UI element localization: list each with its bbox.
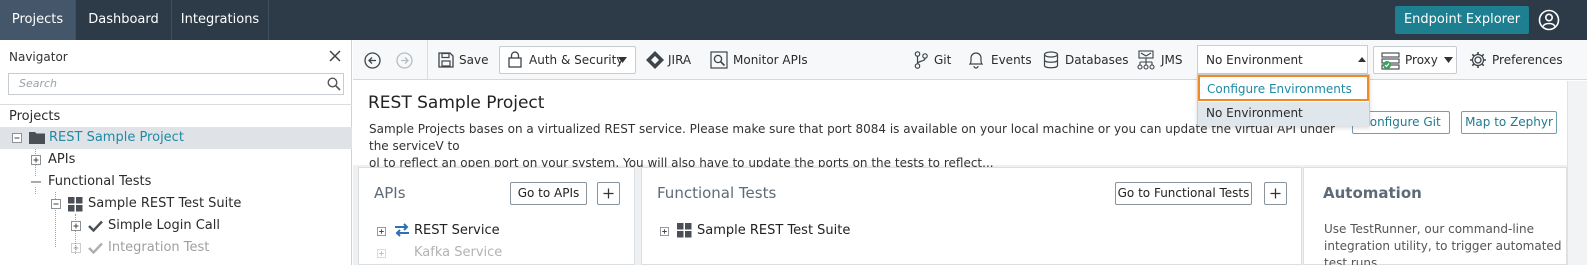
search-icon[interactable] xyxy=(327,77,341,91)
tab-dashboard[interactable]: Dashboard xyxy=(76,0,172,40)
expand-icon[interactable] xyxy=(31,155,41,165)
bell-icon xyxy=(968,52,984,69)
option-label: No Environment xyxy=(1206,106,1303,120)
project-title: REST Sample Project xyxy=(368,93,545,113)
top-navigation-bar: Projects Dashboard Integrations Endpoint… xyxy=(0,0,1587,40)
forward-arrow-icon[interactable] xyxy=(396,52,413,69)
databases-button[interactable]: Databases xyxy=(1065,40,1129,80)
tree-label: Functional Tests xyxy=(48,174,152,189)
expand-icon[interactable] xyxy=(377,249,386,258)
expand-icon[interactable] xyxy=(660,227,669,236)
user-circle-icon[interactable] xyxy=(1538,9,1560,31)
search-placeholder: Search xyxy=(19,77,58,90)
functional-tests-panel: Functional Tests Go to Functional Tests … xyxy=(641,167,1302,265)
automation-title: Automation xyxy=(1323,184,1422,202)
expand-icon[interactable] xyxy=(71,221,81,231)
automation-panel: Automation Use TestRunner, our command-l… xyxy=(1303,167,1567,265)
back-arrow-icon[interactable] xyxy=(364,52,381,69)
gear-icon xyxy=(1470,52,1486,68)
checkmark-icon xyxy=(88,242,103,254)
endpoint-explorer-button[interactable]: Endpoint Explorer xyxy=(1395,6,1529,34)
navigator-panel: Navigator Search Projects REST Sample Pr… xyxy=(0,40,352,265)
test-suite-item[interactable]: Sample REST Test Suite xyxy=(697,223,850,238)
tree-label: Simple Login Call xyxy=(108,218,220,233)
map-to-zephyr-button[interactable]: Map to Zephyr xyxy=(1461,111,1557,134)
expand-icon[interactable] xyxy=(71,243,81,253)
api-item-rest-service[interactable]: REST Service xyxy=(414,223,500,238)
tree-label: Sample REST Test Suite xyxy=(88,196,242,211)
jms-icon xyxy=(1137,50,1155,70)
monitor-apis-button[interactable]: Monitor APIs xyxy=(733,40,808,80)
tree-item-rest-sample-project[interactable]: REST Sample Project xyxy=(0,127,352,149)
add-api-button[interactable] xyxy=(597,182,620,205)
caret-down-icon xyxy=(1444,57,1453,63)
tree-label: APIs xyxy=(48,152,76,167)
checkmark-icon xyxy=(88,220,103,232)
collapse-icon[interactable] xyxy=(12,133,22,143)
divider xyxy=(0,104,352,105)
api-item-kafka-service[interactable]: Kafka Service xyxy=(414,245,502,260)
no-environment-option[interactable]: No Environment xyxy=(1198,102,1369,126)
test-suite-icon xyxy=(677,223,692,238)
close-icon[interactable] xyxy=(329,50,341,62)
environment-select-value: No Environment xyxy=(1206,53,1303,67)
folder-icon xyxy=(29,132,45,144)
environment-menu: Configure Environments No Environment xyxy=(1197,74,1370,126)
tree-item-simple-login-call[interactable]: Simple Login Call xyxy=(0,215,352,237)
jms-button[interactable]: JMS xyxy=(1161,40,1183,80)
automation-description: Use TestRunner, our command-line integra… xyxy=(1324,222,1562,265)
tab-integrations[interactable]: Integrations xyxy=(172,0,269,40)
navigator-title: Navigator xyxy=(9,50,68,64)
tab-projects[interactable]: Projects xyxy=(0,0,76,40)
save-button[interactable]: Save xyxy=(459,40,488,80)
lock-icon xyxy=(508,51,522,68)
tree-item-functional-tests[interactable]: Functional Tests xyxy=(0,171,352,193)
auth-security-label: Auth & Security xyxy=(529,53,624,67)
go-to-functional-tests-button[interactable]: Go to Functional Tests xyxy=(1115,182,1252,205)
go-to-apis-button[interactable]: Go to APIs xyxy=(510,182,587,205)
option-label: Configure Environments xyxy=(1207,82,1352,96)
add-functional-test-button[interactable] xyxy=(1264,182,1287,205)
environment-select[interactable]: No Environment xyxy=(1197,45,1368,74)
projects-heading: Projects xyxy=(9,109,61,124)
events-button[interactable]: Events xyxy=(991,40,1032,80)
tree-item-apis[interactable]: APIs xyxy=(0,149,352,171)
expand-icon[interactable] xyxy=(377,227,386,236)
proxy-label: Proxy xyxy=(1405,53,1438,67)
save-icon[interactable] xyxy=(438,52,454,68)
jira-icon xyxy=(646,51,664,69)
configure-environments-option[interactable]: Configure Environments xyxy=(1198,75,1369,101)
tree-item-integration-test[interactable]: Integration Test xyxy=(0,237,352,259)
caret-up-icon xyxy=(1358,57,1366,62)
tree-label: REST Sample Project xyxy=(49,130,184,145)
apis-title: APIs xyxy=(374,184,406,202)
database-icon xyxy=(1043,51,1059,69)
tree-item-sample-rest-test-suite[interactable]: Sample REST Test Suite xyxy=(0,193,352,215)
jira-button[interactable]: JIRA xyxy=(668,40,691,80)
tree-label: Integration Test xyxy=(108,240,210,255)
description-line: Sample Projects bases on a virtualized R… xyxy=(369,122,1335,153)
collapse-icon[interactable] xyxy=(51,199,61,209)
navigator-search-input[interactable]: Search xyxy=(8,73,344,95)
toolbar-divider xyxy=(427,40,428,80)
git-button[interactable]: Git xyxy=(934,40,951,80)
preferences-button[interactable]: Preferences xyxy=(1492,40,1563,80)
collapse-icon[interactable] xyxy=(31,177,41,187)
content-scrollbar[interactable] xyxy=(1567,81,1587,265)
rest-service-icon xyxy=(395,223,409,237)
apis-panel: APIs Go to APIs REST Service Kafka Servi… xyxy=(358,167,635,265)
git-icon xyxy=(914,51,928,69)
functional-tests-title: Functional Tests xyxy=(657,184,777,202)
toolbar: Save Auth & Security JIRA Monitor APIs G… xyxy=(353,40,1587,80)
caret-down-icon xyxy=(618,57,627,63)
test-suite-icon xyxy=(68,197,83,212)
project-description: Sample Projects bases on a virtualized R… xyxy=(369,121,1349,172)
monitor-icon xyxy=(710,51,728,69)
proxy-icon xyxy=(1381,52,1400,70)
